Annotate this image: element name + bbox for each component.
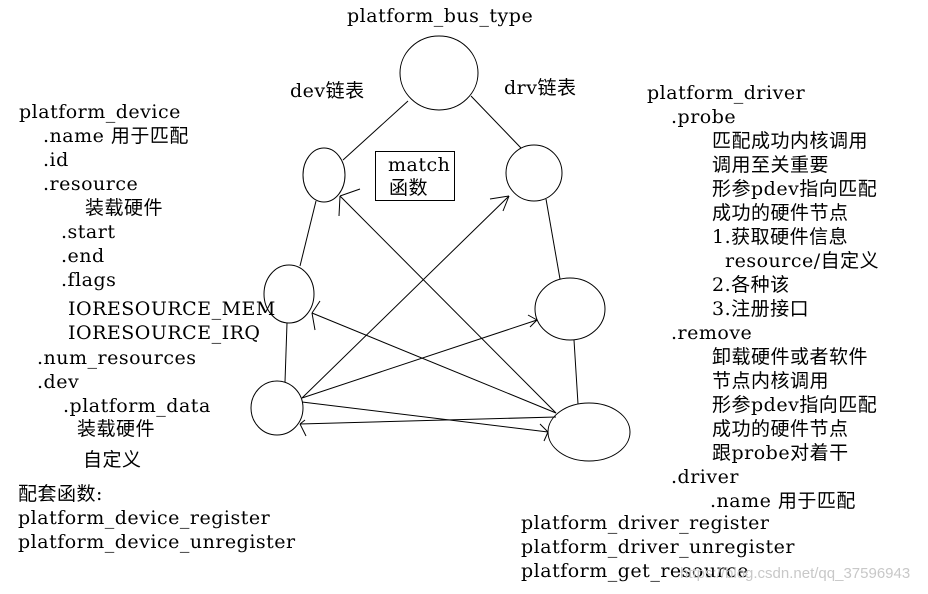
driver-func: platform_driver_register	[521, 512, 770, 534]
drv-list-label: drv链表	[504, 77, 577, 99]
match-label-cn: 函数	[389, 177, 429, 199]
device-func: platform_device_register	[18, 507, 271, 529]
drv-node-3	[547, 402, 631, 462]
device-note: 装载硬件	[77, 418, 156, 440]
driver-note: resource/自定义	[725, 250, 880, 272]
device-field: .resource	[43, 173, 139, 195]
match-line	[301, 401, 549, 433]
driver-func: platform_driver_unregister	[521, 536, 795, 558]
driver-note: 卸载硬件或者软件	[712, 346, 869, 368]
match-line	[301, 195, 510, 399]
device-func: platform_device_unregister	[18, 531, 296, 553]
device-field: .num_resources	[37, 347, 197, 369]
device-note: 自定义	[83, 449, 142, 471]
driver-note: 2.各种该	[712, 274, 790, 296]
device-title: platform_device	[19, 101, 181, 123]
driver-field: .probe	[671, 106, 737, 128]
drv-node-2	[534, 277, 606, 341]
driver-note: 1.获取硬件信息	[712, 226, 849, 248]
arrowhead	[338, 195, 341, 217]
driver-note: 跟probe对着干	[712, 442, 849, 464]
watermark: https://blog.csdn.net/qq_37596943	[680, 565, 911, 582]
driver-note: 3.注册接口	[712, 298, 810, 320]
match-line	[311, 312, 557, 414]
dev-list-label: dev链表	[290, 80, 365, 102]
device-field: .dev	[37, 371, 80, 393]
link-drv1-drv2	[545, 198, 561, 280]
device-field: .start	[61, 221, 116, 243]
driver-field: .remove	[671, 322, 753, 344]
arrowhead	[543, 431, 549, 442]
dev-node-3	[250, 380, 304, 436]
device-field: .name 用于匹配	[43, 125, 189, 147]
dev-node-1	[302, 147, 346, 203]
drv-node-1	[505, 144, 563, 202]
device-field: .flags	[61, 269, 117, 291]
driver-note: 调用至关重要	[712, 154, 830, 176]
driver-field: .driver	[671, 466, 739, 488]
link-dev1-dev2	[299, 200, 317, 267]
link-drv2-drv3	[573, 339, 579, 405]
match-line	[299, 416, 557, 425]
driver-title: platform_driver	[647, 82, 806, 104]
link-dev2-dev3	[284, 322, 288, 383]
device-field: .platform_data	[63, 395, 211, 417]
driver-note: 节点内核调用	[712, 370, 830, 392]
arrowhead	[299, 423, 307, 437]
match-label: match	[388, 154, 451, 176]
bus-node	[399, 35, 479, 111]
device-field: .end	[61, 245, 105, 267]
device-flag: IORESOURCE_MEM	[68, 298, 276, 320]
bus-title: platform_bus_type	[347, 5, 534, 27]
device-funcs-title: 配套函数:	[18, 483, 103, 505]
device-note: 装载硬件	[85, 197, 164, 219]
driver-note: 匹配成功内核调用	[712, 130, 869, 152]
arrowhead	[311, 312, 316, 331]
driver-field: .name 用于匹配	[710, 490, 856, 512]
match-line	[339, 195, 557, 414]
link-bus-drv	[470, 95, 522, 149]
driver-note: 成功的硬件节点	[712, 202, 849, 224]
device-field: .id	[43, 149, 69, 171]
driver-note: 形参pdev指向匹配	[712, 394, 878, 416]
driver-note: 成功的硬件节点	[712, 418, 849, 440]
driver-note: 形参pdev指向匹配	[712, 178, 878, 200]
arrowhead	[339, 188, 361, 197]
device-flag: IORESOURCE_IRQ	[68, 322, 261, 344]
